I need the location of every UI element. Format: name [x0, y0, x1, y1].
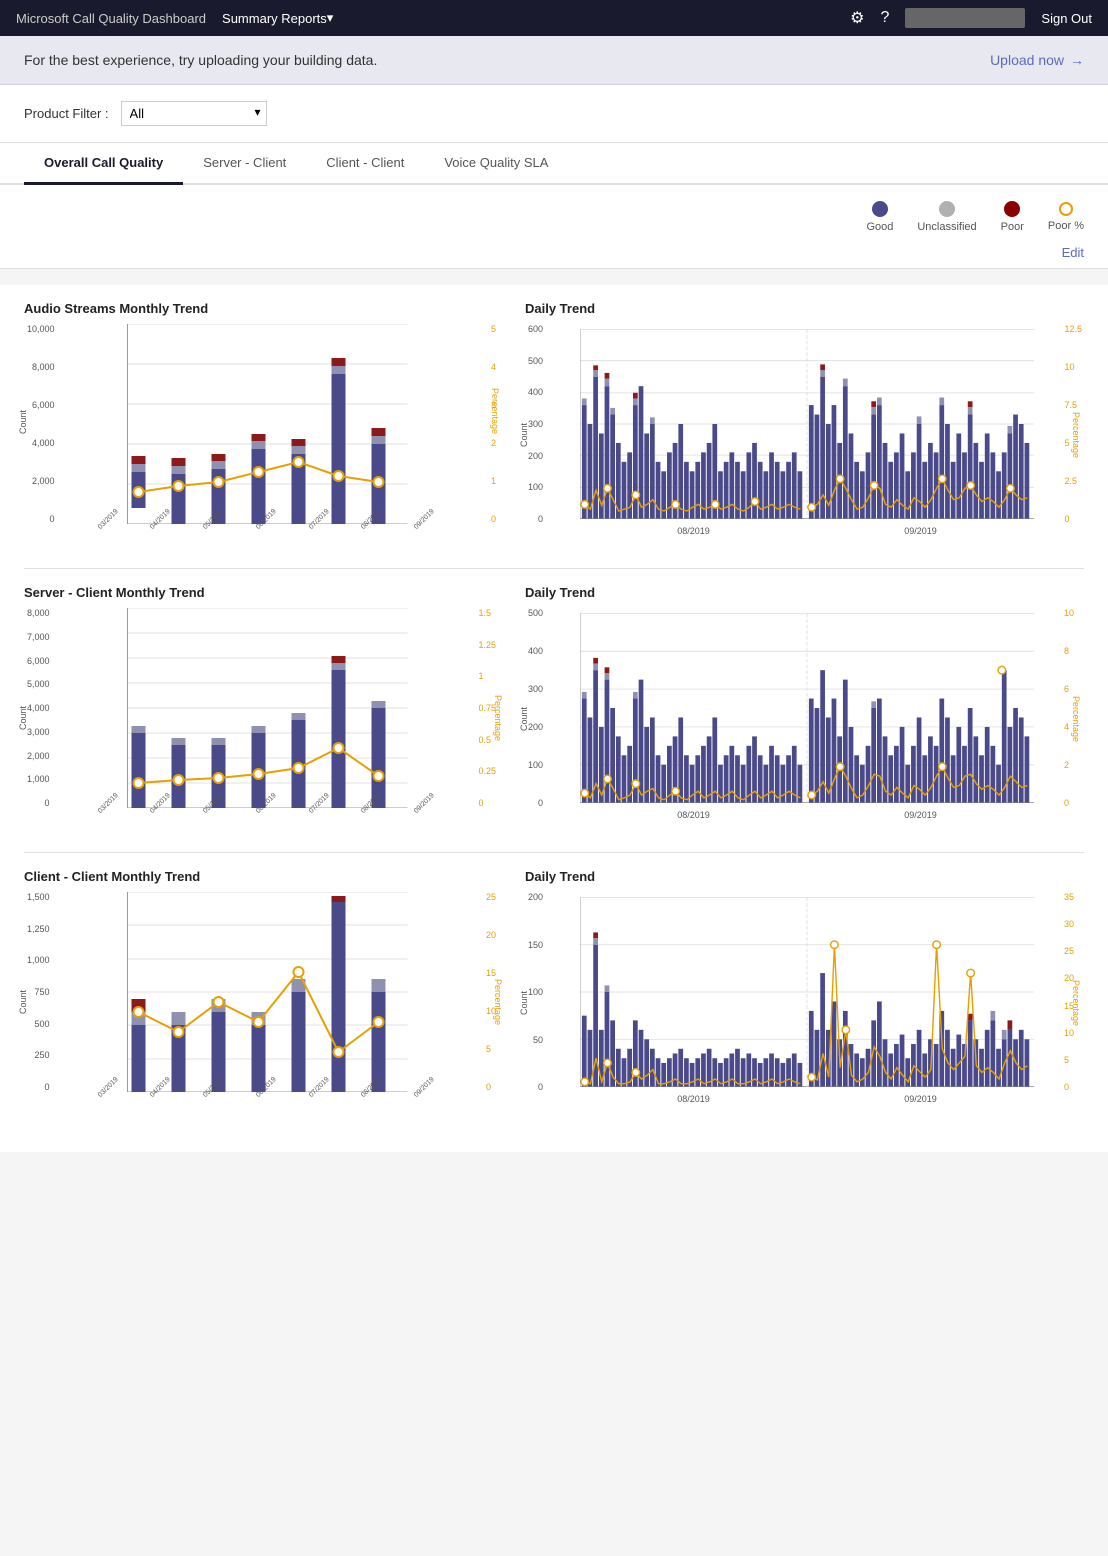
cc-monthly-y-count: Count: [18, 989, 28, 1013]
sc-monthly-y-left: 8,000 7,000 6,000 5,000 4,000 3,000 2,00…: [27, 608, 50, 808]
sc-daily-x-labels: 08/2019 09/2019: [580, 810, 1034, 820]
charts-container: Audio Streams Monthly Trend 10,000 8,000…: [0, 285, 1108, 1152]
sc-monthly-chart: [79, 608, 456, 808]
sc-monthly-y-pct: Percentage: [493, 694, 503, 740]
audio-monthly-x-labels: 03/2019 04/2019 05/2019 06/2019 07/2019 …: [79, 526, 456, 533]
tabs: Overall Call Quality Server - Client Cli…: [0, 143, 1108, 185]
banner-text: For the best experience, try uploading y…: [24, 52, 377, 68]
tab-voice-quality-sla[interactable]: Voice Quality SLA: [424, 143, 568, 185]
sc-daily-y-left: 500 400 300 200 100 0: [528, 608, 543, 808]
header: Microsoft Call Quality Dashboard Summary…: [0, 0, 1108, 36]
sc-daily-title: Daily Trend: [525, 585, 1084, 600]
product-filter-select[interactable]: All Teams Skype for Business: [121, 101, 267, 126]
audio-monthly-y-count-label: Count: [18, 409, 28, 433]
cc-daily-title: Daily Trend: [525, 869, 1084, 884]
filter-area: Product Filter : All Teams Skype for Bus…: [0, 85, 1108, 143]
legend-area: Good Unclassified Poor Poor %: [0, 185, 1108, 241]
divider3: [24, 852, 1084, 853]
sc-daily-y-count: Count: [519, 707, 529, 731]
server-client-monthly-title: Server - Client Monthly Trend: [24, 585, 501, 600]
client-client-chart-row: Client - Client Monthly Trend 1,500 1,25…: [24, 869, 1084, 1104]
server-client-monthly-panel: Server - Client Monthly Trend 8,000 7,00…: [24, 585, 501, 820]
settings-icon[interactable]: ⚙: [850, 8, 864, 28]
legend-poor-pct: Poor %: [1048, 202, 1084, 232]
audio-monthly-title: Audio Streams Monthly Trend: [24, 301, 501, 316]
cc-monthly-y-pct: Percentage: [493, 978, 503, 1024]
tab-overall-call-quality[interactable]: Overall Call Quality: [24, 143, 183, 185]
cc-monthly-x-labels: 03/2019 04/2019 05/2019 06/2019 07/2019 …: [79, 1094, 456, 1101]
legend-unclassified-label: Unclassified: [917, 221, 976, 233]
server-client-chart-row: Server - Client Monthly Trend 8,000 7,00…: [24, 585, 1084, 820]
audio-chart-row: Audio Streams Monthly Trend 10,000 8,000…: [24, 301, 1084, 536]
legend-unclassified: Unclassified: [917, 201, 976, 233]
product-filter-wrap[interactable]: All Teams Skype for Business: [121, 101, 267, 126]
filter-label: Product Filter :: [24, 106, 109, 121]
cc-daily-chart: [580, 892, 1034, 1092]
legend-poor-dot: [1004, 201, 1020, 217]
legend-unclassified-dot: [939, 201, 955, 217]
divider2: [24, 568, 1084, 569]
sc-monthly-y-count: Count: [18, 705, 28, 729]
cc-monthly-panel: Client - Client Monthly Trend 1,500 1,25…: [24, 869, 501, 1104]
legend-good: Good: [866, 201, 893, 233]
audio-daily-x-labels: 08/2019 09/2019: [580, 526, 1034, 536]
tab-client-client[interactable]: Client - Client: [306, 143, 424, 185]
legend-good-dot: [872, 201, 888, 217]
audio-daily-y-count: Count: [519, 423, 529, 447]
legend-good-label: Good: [866, 221, 893, 233]
sc-monthly-x-labels: 03/2019 04/2019 05/2019 06/2019 07/2019 …: [79, 810, 456, 817]
upload-now-link[interactable]: Upload now →: [990, 52, 1084, 68]
nav-dropdown-arrow: ▾: [327, 10, 334, 26]
audio-daily-y-left: 600 500 400 300 200 100 0: [528, 324, 543, 524]
tab-server-client[interactable]: Server - Client: [183, 143, 306, 185]
signout-button[interactable]: Sign Out: [1041, 11, 1092, 26]
cc-daily-y-pct: Percentage: [1071, 980, 1081, 1026]
cc-monthly-title: Client - Client Monthly Trend: [24, 869, 501, 884]
legend-poor-pct-label: Poor %: [1048, 220, 1084, 232]
audio-monthly-y-pct-label: Percentage: [490, 387, 500, 433]
divider: [0, 268, 1108, 269]
cc-daily-x-labels: 08/2019 09/2019: [580, 1094, 1034, 1104]
cc-daily-y-count: Count: [519, 991, 529, 1015]
cc-daily-panel: Daily Trend 200 150 100 50 0 35 30 25 20…: [525, 869, 1084, 1104]
audio-monthly-chart: [79, 324, 456, 524]
nav-label: Summary Reports: [222, 11, 327, 26]
edit-link[interactable]: Edit: [0, 241, 1108, 268]
legend-poor-pct-dot: [1059, 202, 1073, 216]
upload-banner: For the best experience, try uploading y…: [0, 36, 1108, 85]
legend-poor-label: Poor: [1001, 221, 1024, 233]
audio-daily-title: Daily Trend: [525, 301, 1084, 316]
audio-daily-panel: Daily Trend 600 500 400 300 200 100 0 12…: [525, 301, 1084, 536]
cc-daily-y-left: 200 150 100 50 0: [528, 892, 543, 1092]
cc-monthly-chart: [79, 892, 456, 1092]
user-bar: [905, 8, 1025, 28]
help-icon[interactable]: ?: [881, 9, 890, 27]
audio-monthly-y-left: 10,000 8,000 6,000 4,000 2,000 0: [27, 324, 55, 524]
sc-daily-chart: [580, 608, 1034, 808]
audio-daily-y-pct: Percentage: [1071, 412, 1081, 458]
legend-poor: Poor: [1001, 201, 1024, 233]
header-icons: ⚙ ?: [850, 8, 889, 28]
cc-monthly-y-left: 1,500 1,250 1,000 750 500 250 0: [27, 892, 50, 1092]
sc-daily-panel: Daily Trend 500 400 300 200 100 0 10 8 6…: [525, 585, 1084, 820]
audio-daily-chart: [580, 324, 1034, 524]
nav-summary-reports[interactable]: Summary Reports ▾: [222, 10, 333, 26]
brand-label: Microsoft Call Quality Dashboard: [16, 11, 206, 26]
sc-daily-y-pct: Percentage: [1071, 696, 1081, 742]
audio-monthly-panel: Audio Streams Monthly Trend 10,000 8,000…: [24, 301, 501, 536]
